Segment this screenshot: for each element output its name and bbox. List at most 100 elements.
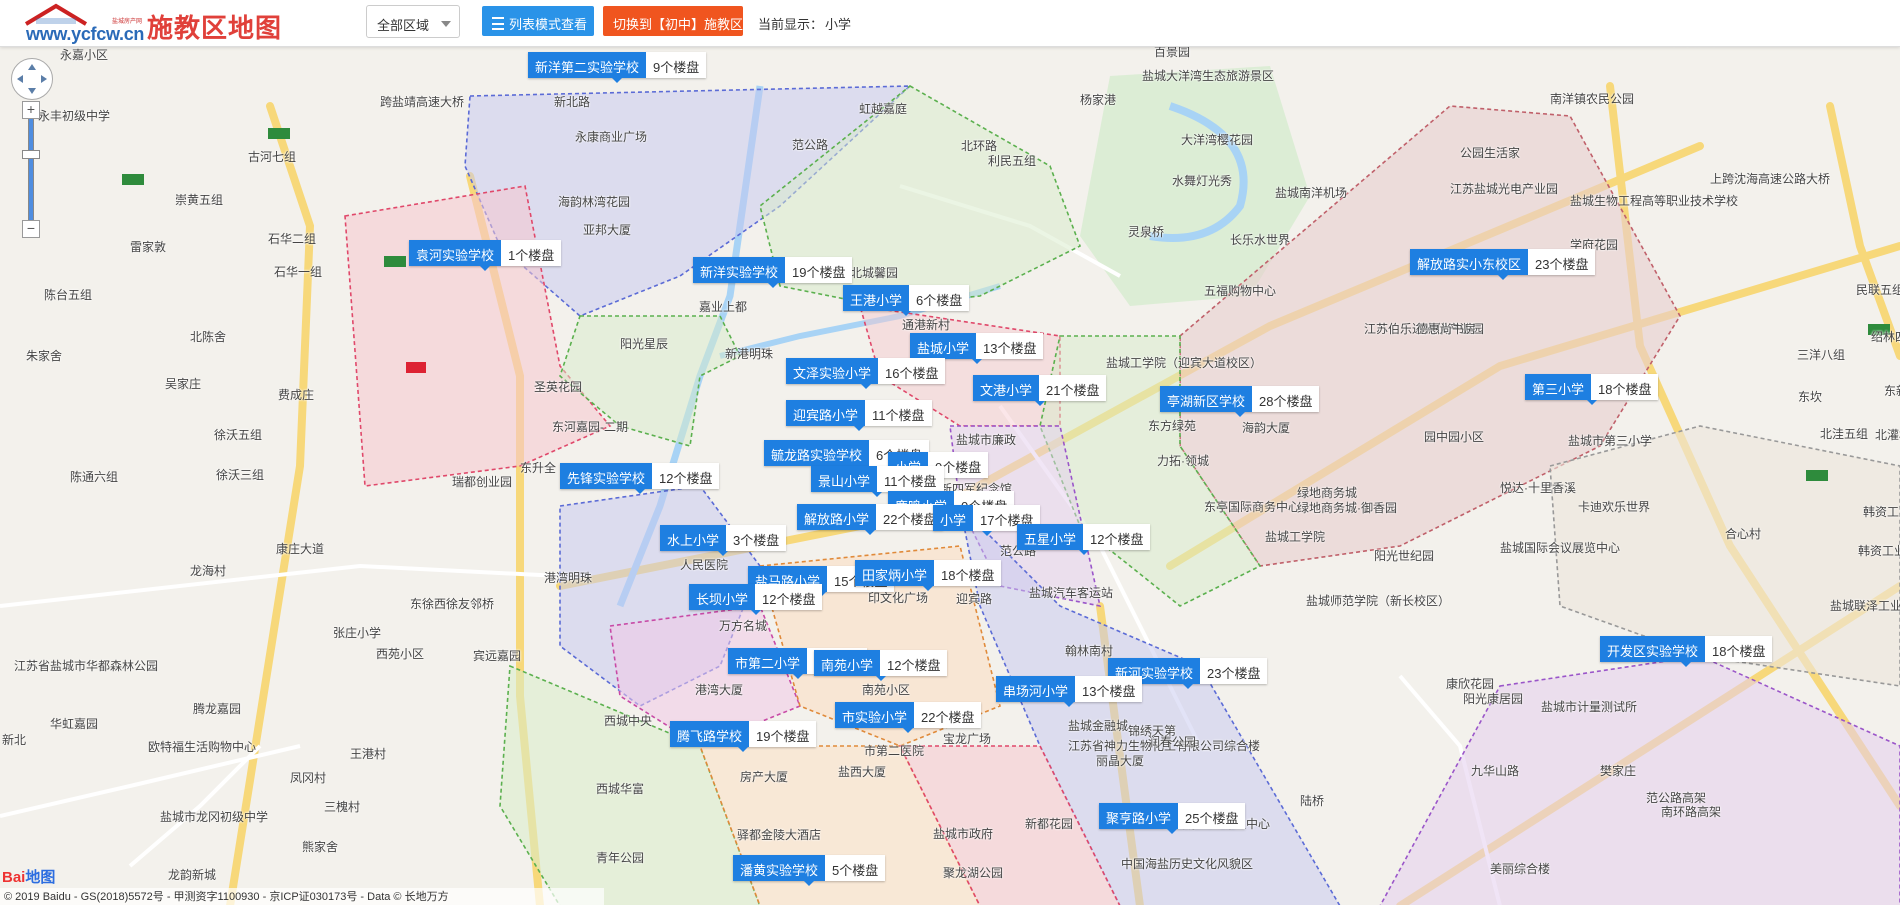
- listing-count: 18个楼盘: [1705, 636, 1773, 662]
- school-district-marker[interactable]: 腾飞路学校 19个楼盘: [670, 721, 817, 752]
- school-district-marker[interactable]: 文泽实验小学 16个楼盘: [786, 358, 946, 389]
- school-district-marker[interactable]: 文港小学 21个楼盘: [973, 375, 1107, 406]
- pan-control[interactable]: [11, 58, 53, 100]
- listing-count: 18个楼盘: [934, 560, 1002, 586]
- place-label: 园中园小区: [1424, 430, 1485, 444]
- school-name: 潘黄实验学校: [733, 855, 826, 881]
- listing-count: 28个楼盘: [1252, 386, 1320, 412]
- school-district-marker[interactable]: 南苑小学 12个楼盘: [814, 650, 948, 681]
- baidu-logo: Bai地图: [2, 866, 55, 887]
- place-label: 韩资工业园3期: [1863, 505, 1900, 519]
- zoom-slider-track[interactable]: [28, 118, 34, 222]
- school-name: 长坝小学: [689, 584, 756, 610]
- pan-arrows-icon: [17, 64, 47, 94]
- zoom-slider-thumb[interactable]: [22, 150, 40, 159]
- place-label: 费成庄: [278, 388, 315, 402]
- listing-count: 25个楼盘: [1178, 803, 1246, 829]
- region-select[interactable]: 全部区域: [366, 5, 460, 38]
- current-display-label: 当前显示：: [758, 17, 824, 32]
- place-label: 盐城市龙冈初级中学: [160, 810, 269, 824]
- switch-to-middle-school-button[interactable]: 切换到【初中】施教区: [603, 6, 743, 36]
- current-display: 当前显示： 小学: [756, 14, 851, 33]
- school-name: 聚亨路小学: [1099, 803, 1179, 829]
- listing-count: 19个楼盘: [749, 721, 817, 747]
- school-name: 腾飞路学校: [670, 721, 750, 747]
- school-name: 水上小学: [660, 525, 727, 551]
- baidu-logo-text: Bai: [2, 869, 26, 886]
- place-label: 北城馨园: [850, 266, 899, 280]
- school-name: 迎宾路小学: [786, 400, 866, 426]
- place-label: 港湾明珠: [544, 571, 593, 585]
- school-name: 五星小学: [1017, 524, 1084, 550]
- place-label: 丽晶大厦: [1096, 754, 1145, 768]
- place-label: 西城华富: [596, 782, 645, 796]
- school-district-marker[interactable]: 迎宾路小学 11个楼盘: [786, 400, 932, 431]
- place-label: 悦达·十里香溪: [1500, 481, 1576, 495]
- listing-count: 23个楼盘: [1200, 658, 1268, 684]
- school-name: 文港小学: [973, 375, 1040, 401]
- listing-count: 13个楼盘: [976, 333, 1044, 359]
- place-label: 东新七组: [1884, 384, 1900, 398]
- school-district-marker[interactable]: 市实验小学 22个楼盘: [835, 702, 982, 733]
- school-district-marker[interactable]: 解放路实小东校区 23个楼盘: [1410, 249, 1596, 280]
- zoom-out-button[interactable]: −: [22, 220, 40, 238]
- place-label: 盐西大厦: [838, 765, 887, 779]
- school-name: 串场河小学: [996, 676, 1076, 702]
- place-label: 虹越嘉庭: [859, 102, 908, 116]
- school-district-marker[interactable]: 第三小学 18个楼盘: [1525, 374, 1659, 405]
- school-district-marker[interactable]: 水上小学 3个楼盘: [660, 525, 787, 556]
- school-district-marker[interactable]: 袁河实验学校 1个楼盘: [409, 240, 562, 271]
- place-label: 公园生活家: [1460, 146, 1521, 160]
- school-district-marker[interactable]: 串场河小学 13个楼盘: [996, 676, 1143, 707]
- school-district-marker[interactable]: 五星小学 12个楼盘: [1017, 524, 1151, 555]
- switch-label: 切换到【初中】施教区: [613, 17, 744, 32]
- place-label: 陈通六组: [70, 470, 119, 484]
- listing-count: 19个楼盘: [785, 257, 853, 283]
- site-logo[interactable]: 盐城房产网 www.ycfcw.cn: [12, 2, 162, 44]
- school-name: 解放路实小东校区: [1410, 249, 1529, 275]
- school-district-marker[interactable]: 盐城小学 13个楼盘: [910, 333, 1044, 364]
- place-label: 盐城市廉政: [956, 433, 1017, 447]
- current-display-value: 小学: [825, 17, 852, 32]
- school-district-marker[interactable]: 长坝小学 12个楼盘: [689, 584, 823, 615]
- place-label: 北陈舍: [190, 330, 227, 344]
- list-mode-button[interactable]: 列表模式查看: [482, 6, 594, 36]
- place-label: 迎宾路: [956, 592, 993, 606]
- school-district-marker[interactable]: 王港小学 6个楼盘: [843, 285, 970, 316]
- place-label: 跨盐靖高速大桥: [380, 95, 465, 109]
- school-name: 先锋实验学校: [560, 463, 653, 489]
- school-district-marker[interactable]: 聚亨路小学 25个楼盘: [1099, 803, 1246, 834]
- place-label: 盐城市第三小学: [1568, 434, 1653, 448]
- place-label: 南苑小区: [862, 683, 911, 697]
- logo-text: www.ycfcw.cn: [26, 24, 145, 44]
- school-district-marker[interactable]: 开发区实验学校 18个楼盘: [1600, 636, 1773, 667]
- place-label: 石华二组: [268, 232, 317, 246]
- school-district-marker[interactable]: 景山小学 11个楼盘: [811, 466, 944, 497]
- school-district-marker[interactable]: 新洋第二实验学校 9个楼盘: [528, 52, 707, 83]
- school-district-marker[interactable]: 田家炳小学 18个楼盘: [855, 560, 1002, 591]
- school-name: 毓龙路实验学校: [764, 440, 870, 466]
- place-label: 大洋湾樱花园: [1181, 133, 1254, 147]
- place-label: 润春公园: [1148, 735, 1197, 749]
- region-select-value: 全部区域: [377, 18, 430, 33]
- zoom-in-button[interactable]: +: [22, 101, 40, 119]
- place-label: 港湾大厦: [695, 683, 744, 697]
- school-name: 王港小学: [843, 285, 910, 311]
- place-label: 范公路: [792, 138, 829, 152]
- place-label: 东亭国际商务中心: [1204, 500, 1301, 514]
- school-district-marker[interactable]: 先锋实验学校 12个楼盘: [560, 463, 720, 494]
- page-title: 施教区地图: [147, 14, 283, 44]
- school-district-marker[interactable]: 亭湖新区学校 28个楼盘: [1160, 386, 1320, 417]
- school-district-marker[interactable]: 解放路小学 22个楼盘: [797, 504, 944, 535]
- place-label: 康庄大道: [276, 542, 325, 556]
- place-label: 樊家庄: [1600, 764, 1637, 778]
- place-label: 卡迪欢乐世界: [1578, 500, 1651, 514]
- listing-count: 11个楼盘: [877, 466, 944, 492]
- school-district-marker[interactable]: 新洋实验学校 19个楼盘: [693, 257, 853, 288]
- place-label: 南洋镇农民公园: [1550, 92, 1635, 106]
- school-district-map[interactable]: 永嘉小区 永丰初级中学 跨盐靖高速大桥 古河七组 崇黄五组 雷家敦 石华二组 石华一组 陈台五组…: [0, 34, 1900, 905]
- listing-count: 22个楼盘: [914, 702, 982, 728]
- listing-count: 16个楼盘: [878, 358, 946, 384]
- school-name: 小学: [933, 505, 974, 531]
- school-district-marker[interactable]: 潘黄实验学校 5个楼盘: [733, 855, 886, 886]
